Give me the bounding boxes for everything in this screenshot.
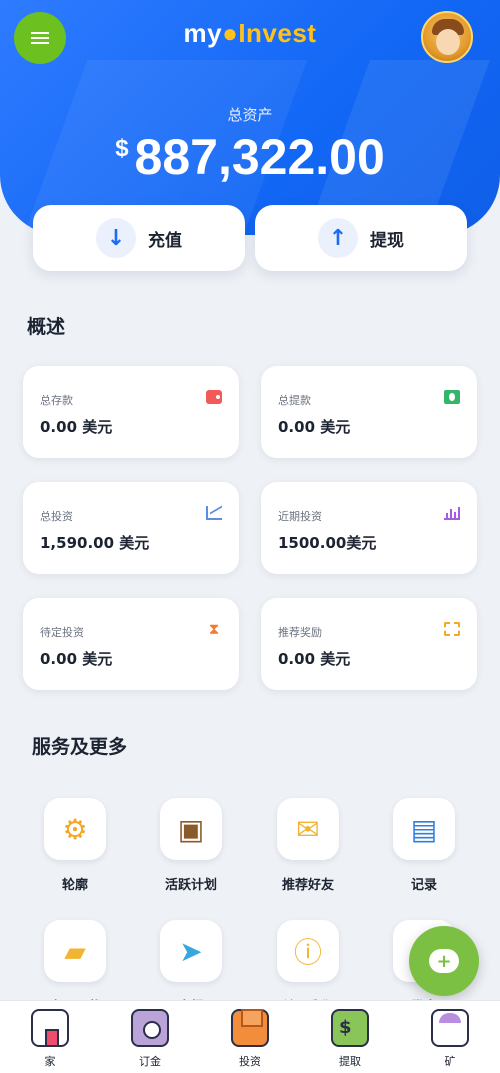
service-label: 活跃计划 xyxy=(164,878,217,893)
chat-fab-button[interactable]: + xyxy=(409,926,479,996)
total-assets-label: 总资产 xyxy=(227,106,273,124)
boxes-icon xyxy=(231,1009,269,1047)
stat-label: 总投资 xyxy=(40,510,73,523)
currency-symbol: $ xyxy=(115,135,129,162)
nav-item-deposit[interactable]: 订金 xyxy=(100,1001,200,1073)
stat-value: 0.00 美元 xyxy=(40,650,113,668)
stat-label: 推荐奖励 xyxy=(278,626,322,639)
stat-value: 0.00 美元 xyxy=(278,650,351,668)
nav-item-withdraw[interactable]: 提取 xyxy=(300,1001,400,1073)
money-icon xyxy=(444,390,460,404)
stat-value: 0.00 美元 xyxy=(278,418,351,436)
service-active-plan[interactable]: ▣ 活跃计划 xyxy=(141,798,241,893)
stat-card-total-investment[interactable]: 总投资 1,590.00 美元 xyxy=(23,482,239,574)
wallet-icon xyxy=(206,390,222,404)
bar-chart-icon xyxy=(444,506,460,520)
brand-logo-part2: Invest xyxy=(238,18,317,48)
brand-logo: my●Invest xyxy=(170,18,330,49)
arrow-up-icon: ↑ xyxy=(318,218,358,258)
clipboard-icon: ▤ xyxy=(393,798,455,860)
download-folder-icon: ▰ xyxy=(44,920,106,982)
total-assets-amount: 887,322.00 xyxy=(134,129,385,185)
stat-card-total-withdrawal[interactable]: 总提款 0.00 美元 xyxy=(261,366,477,458)
withdraw-label: 提现 xyxy=(370,230,404,251)
stat-label: 总提款 xyxy=(278,394,311,407)
service-profile[interactable]: ⚙ 轮廓 xyxy=(25,798,125,893)
nav-item-mine[interactable]: 矿 xyxy=(400,1001,500,1073)
nav-label: 提取 xyxy=(339,1055,361,1068)
info-icon: ⓘ xyxy=(277,920,339,982)
package-icon: ▣ xyxy=(160,798,222,860)
scan-icon xyxy=(444,622,460,636)
bottom-nav: 家 订金 投资 提取 矿 xyxy=(0,1000,500,1073)
stat-card-total-deposit[interactable]: 总存款 0.00 美元 xyxy=(23,366,239,458)
menu-button[interactable] xyxy=(14,12,66,64)
nav-label: 家 xyxy=(44,1055,56,1068)
service-label: 轮廓 xyxy=(61,878,88,893)
stat-card-pending-investment[interactable]: 待定投资 0.00 美元 ⧗ xyxy=(23,598,239,690)
nav-label: 矿 xyxy=(444,1055,456,1068)
stat-value: 1500.00美元 xyxy=(278,534,377,552)
service-records[interactable]: ▤ 记录 xyxy=(374,798,474,893)
avatar-face xyxy=(436,29,460,55)
hamburger-icon xyxy=(31,32,49,44)
nav-label: 投资 xyxy=(239,1055,261,1068)
overview-title: 概述 xyxy=(27,316,66,338)
brand-logo-part1: my xyxy=(183,18,223,48)
miner-icon xyxy=(431,1009,469,1047)
stat-value: 1,590.00 美元 xyxy=(40,534,150,552)
service-refer-friend[interactable]: ✉ 推荐好友 xyxy=(258,798,358,893)
stat-label: 总存款 xyxy=(40,394,73,407)
recharge-button[interactable]: ↓ 充值 xyxy=(33,205,245,271)
stat-card-referral-reward[interactable]: 推荐奖励 0.00 美元 xyxy=(261,598,477,690)
hourglass-icon: ⧗ xyxy=(208,620,220,638)
service-label: 记录 xyxy=(410,878,437,893)
services-title: 服务及更多 xyxy=(32,736,128,758)
avatar[interactable] xyxy=(421,11,473,63)
home-icon xyxy=(31,1009,69,1047)
arrow-down-icon: ↓ xyxy=(96,218,136,258)
recharge-label: 充值 xyxy=(148,230,182,251)
chat-plus-icon: + xyxy=(429,949,459,973)
telegram-icon: ➤ xyxy=(160,920,222,982)
stat-value: 0.00 美元 xyxy=(40,418,113,436)
withdraw-button[interactable]: ↑ 提现 xyxy=(255,205,467,271)
coin-icon: ● xyxy=(222,18,239,48)
nav-label: 订金 xyxy=(139,1055,161,1068)
gear-icon: ⚙ xyxy=(44,798,106,860)
nav-item-home[interactable]: 家 xyxy=(0,1001,100,1073)
stat-label: 近期投资 xyxy=(278,510,322,523)
line-chart-icon xyxy=(206,506,222,520)
safe-icon xyxy=(131,1009,169,1047)
wallet-icon xyxy=(331,1009,369,1047)
stat-card-recent-investment[interactable]: 近期投资 1500.00美元 xyxy=(261,482,477,574)
envelope-heart-icon: ✉ xyxy=(277,798,339,860)
stat-label: 待定投资 xyxy=(40,626,84,639)
total-assets-value: $887,322.00 xyxy=(0,128,500,186)
nav-item-invest[interactable]: 投资 xyxy=(200,1001,300,1073)
service-label: 推荐好友 xyxy=(281,878,334,893)
